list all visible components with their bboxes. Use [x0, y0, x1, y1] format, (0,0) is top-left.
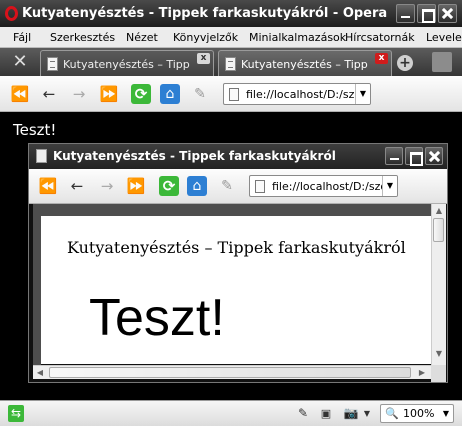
- vertical-scrollbar[interactable]: ▲ ▼: [431, 204, 446, 369]
- image-icon[interactable]: ▣: [318, 405, 334, 422]
- search-icon: 🔍: [385, 407, 399, 420]
- close-window-button[interactable]: [425, 147, 443, 165]
- back-icon[interactable]: ←: [66, 175, 88, 197]
- page-icon: [36, 149, 47, 163]
- minimize-button[interactable]: [396, 4, 415, 23]
- chevron-down-icon[interactable]: ▼: [362, 405, 372, 422]
- chevron-down-icon[interactable]: ▼: [439, 405, 453, 422]
- window-title: Kutyatenyésztés - Tippek farkaskutyákról…: [22, 6, 388, 21]
- scroll-left-icon[interactable]: ◀: [33, 368, 47, 377]
- chevron-down-icon[interactable]: ▼: [355, 84, 370, 104]
- close-tab-button[interactable]: x: [375, 53, 388, 64]
- navigation-bar: ⏪ ← → ⏩ ⟳ ⌂ ✎ file://localhost/D:/szok ▼: [0, 76, 462, 112]
- opera-logo-icon: [5, 6, 18, 21]
- document-icon: [255, 180, 265, 193]
- minimize-button[interactable]: [385, 147, 403, 165]
- pencil-icon[interactable]: ✎: [295, 405, 311, 422]
- settings-icon[interactable]: ✕: [8, 51, 32, 73]
- tab-2[interactable]: Kutyatenyésztés – Tipp x: [218, 50, 392, 76]
- page-icon: [225, 57, 236, 71]
- menu-view[interactable]: Nézet: [126, 31, 158, 44]
- forward-icon[interactable]: →: [68, 83, 90, 105]
- edit-icon[interactable]: ✎: [190, 84, 210, 104]
- reload-icon[interactable]: ⟳: [131, 84, 151, 104]
- tab-label: Kutyatenyésztés – Tipp: [241, 58, 368, 71]
- page-icon: [47, 57, 58, 71]
- trash-icon[interactable]: [432, 52, 452, 72]
- home-icon[interactable]: ⌂: [187, 176, 207, 196]
- tab-bar: ✕ Kutyatenyésztés – Tipp x Kutyatenyészt…: [0, 48, 462, 76]
- resize-grip-icon[interactable]: [431, 365, 446, 382]
- zoom-value: 100%: [403, 407, 435, 420]
- scroll-down-icon[interactable]: ▼: [432, 349, 446, 358]
- scroll-up-icon[interactable]: ▲: [432, 206, 446, 215]
- scroll-thumb[interactable]: [433, 218, 444, 242]
- rewind-icon[interactable]: ⏪: [37, 175, 59, 197]
- fast-forward-icon[interactable]: ⏩: [98, 83, 120, 105]
- page-text: Teszt!: [89, 289, 225, 347]
- menu-bookmarks[interactable]: Könyvjelzők: [173, 31, 238, 44]
- page-content: Kutyatenyésztés – Tippek farkaskutyákról…: [41, 216, 431, 364]
- status-bar: ⇆ ✎ ▣ 📷 ▼ 🔍 100% ▼: [0, 400, 462, 426]
- tab-label: Kutyatenyésztés – Tipp: [63, 58, 190, 71]
- back-icon[interactable]: ←: [38, 83, 60, 105]
- content-frame: [33, 204, 41, 365]
- address-text: file://localhost/D:/szok: [246, 88, 368, 101]
- page-text: Teszt!: [13, 121, 57, 139]
- forward-icon[interactable]: →: [96, 175, 118, 197]
- document-icon: [229, 88, 239, 101]
- address-field[interactable]: file://localhost/D:/szok ▼: [249, 175, 398, 197]
- maximize-button[interactable]: [417, 4, 436, 23]
- inner-navigation-bar: ⏪ ← → ⏩ ⟳ ⌂ ✎ file://localhost/D:/szok ▼: [29, 169, 447, 204]
- tab-1[interactable]: Kutyatenyésztés – Tipp x: [40, 50, 214, 76]
- content-frame: [33, 204, 431, 216]
- page-heading: Kutyatenyésztés – Tippek farkaskutyákról: [67, 238, 406, 257]
- inner-title-bar: Kutyatenyésztés - Tippek farkaskutyákról: [29, 144, 447, 169]
- menu-edit[interactable]: Szerkesztés: [50, 31, 115, 44]
- address-field[interactable]: file://localhost/D:/szok ▼: [223, 83, 371, 105]
- menu-file[interactable]: Fájl: [13, 31, 31, 44]
- horizontal-scrollbar[interactable]: ◀ ▶: [33, 365, 431, 379]
- sync-icon[interactable]: ⇆: [8, 405, 24, 422]
- address-text: file://localhost/D:/szok: [272, 180, 394, 193]
- scroll-thumb[interactable]: [49, 367, 411, 378]
- close-window-button[interactable]: [438, 4, 457, 23]
- close-tab-button[interactable]: x: [197, 53, 210, 64]
- menu-widgets[interactable]: Minialkalmazások: [249, 31, 346, 44]
- zoom-control[interactable]: 🔍 100% ▼: [380, 404, 454, 423]
- menu-mail[interactable]: Levelek: [426, 31, 462, 44]
- menu-feeds[interactable]: Hírcsatornák: [345, 31, 415, 44]
- camera-icon[interactable]: 📷: [342, 405, 360, 422]
- chevron-down-icon[interactable]: ▼: [382, 176, 397, 196]
- home-icon[interactable]: ⌂: [160, 84, 180, 104]
- new-tab-button[interactable]: +: [397, 55, 413, 71]
- title-bar: Kutyatenyésztés - Tippek farkaskutyákról…: [0, 0, 462, 27]
- inner-window-title: Kutyatenyésztés - Tippek farkaskutyákról: [53, 149, 336, 163]
- rewind-icon[interactable]: ⏪: [9, 83, 31, 105]
- maximize-button[interactable]: [405, 147, 423, 166]
- scroll-right-icon[interactable]: ▶: [415, 368, 429, 377]
- fast-forward-icon[interactable]: ⏩: [125, 175, 147, 197]
- inner-window: Kutyatenyésztés - Tippek farkaskutyákról…: [28, 143, 448, 383]
- edit-icon[interactable]: ✎: [217, 176, 237, 196]
- reload-icon[interactable]: ⟳: [159, 176, 179, 196]
- menu-bar: Fájl Szerkesztés Nézet Könyvjelzők Minia…: [0, 27, 462, 48]
